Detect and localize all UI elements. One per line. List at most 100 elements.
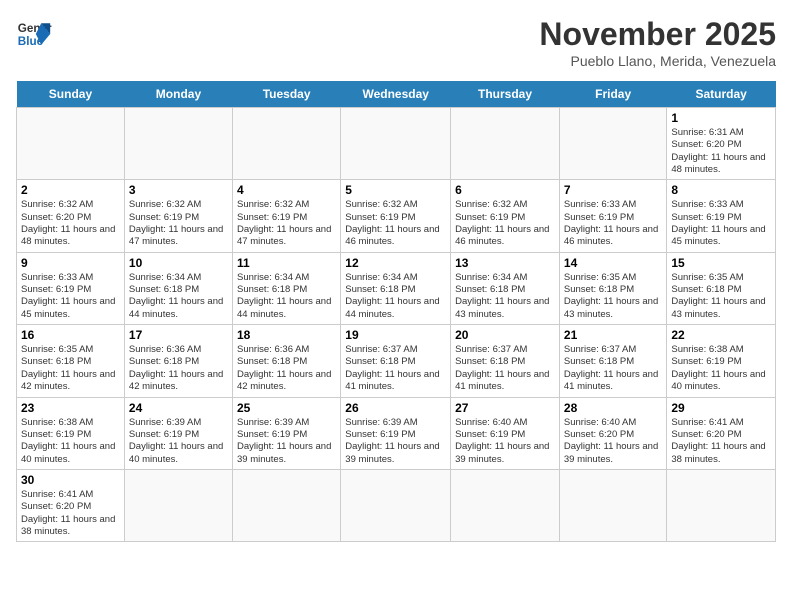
calendar-cell bbox=[559, 469, 666, 541]
cell-content: Sunrise: 6:37 AM Sunset: 6:18 PM Dayligh… bbox=[345, 344, 446, 393]
calendar-cell bbox=[124, 108, 232, 180]
calendar-cell: 5 Sunrise: 6:32 AM Sunset: 6:19 PM Daylig… bbox=[341, 180, 451, 252]
weekday-header-row: SundayMondayTuesdayWednesdayThursdayFrid… bbox=[17, 81, 776, 108]
page-header: General Blue November 2025 Pueblo Llano,… bbox=[16, 16, 776, 69]
date-number: 3 bbox=[129, 183, 228, 197]
date-number: 11 bbox=[237, 256, 336, 270]
cell-content: Sunrise: 6:34 AM Sunset: 6:18 PM Dayligh… bbox=[129, 272, 228, 321]
date-number: 5 bbox=[345, 183, 446, 197]
date-number: 14 bbox=[564, 256, 662, 270]
date-number: 6 bbox=[455, 183, 555, 197]
cell-content: Sunrise: 6:33 AM Sunset: 6:19 PM Dayligh… bbox=[21, 272, 120, 321]
calendar-cell: 9 Sunrise: 6:33 AM Sunset: 6:19 PM Daylig… bbox=[17, 252, 125, 324]
cell-content: Sunrise: 6:33 AM Sunset: 6:19 PM Dayligh… bbox=[564, 199, 662, 248]
weekday-header-tuesday: Tuesday bbox=[233, 81, 341, 108]
cell-content: Sunrise: 6:37 AM Sunset: 6:18 PM Dayligh… bbox=[455, 344, 555, 393]
date-number: 1 bbox=[671, 111, 771, 125]
date-number: 7 bbox=[564, 183, 662, 197]
calendar-cell bbox=[667, 469, 776, 541]
cell-content: Sunrise: 6:36 AM Sunset: 6:18 PM Dayligh… bbox=[237, 344, 336, 393]
calendar-cell: 2 Sunrise: 6:32 AM Sunset: 6:20 PM Daylig… bbox=[17, 180, 125, 252]
calendar-cell: 14 Sunrise: 6:35 AM Sunset: 6:18 PM Dayli… bbox=[559, 252, 666, 324]
cell-content: Sunrise: 6:32 AM Sunset: 6:19 PM Dayligh… bbox=[455, 199, 555, 248]
calendar-cell: 8Sunrise: 6:33 AM Sunset: 6:19 PM Daylig… bbox=[667, 180, 776, 252]
calendar-cell: 20 Sunrise: 6:37 AM Sunset: 6:18 PM Dayli… bbox=[451, 325, 560, 397]
calendar-cell: 11 Sunrise: 6:34 AM Sunset: 6:18 PM Dayli… bbox=[233, 252, 341, 324]
date-number: 25 bbox=[237, 401, 336, 415]
date-number: 4 bbox=[237, 183, 336, 197]
date-number: 27 bbox=[455, 401, 555, 415]
calendar-week-2: 2 Sunrise: 6:32 AM Sunset: 6:20 PM Daylig… bbox=[17, 180, 776, 252]
cell-content: Sunrise: 6:38 AM Sunset: 6:19 PM Dayligh… bbox=[21, 417, 120, 466]
date-number: 2 bbox=[21, 183, 120, 197]
calendar-week-5: 23Sunrise: 6:38 AM Sunset: 6:19 PM Dayli… bbox=[17, 397, 776, 469]
calendar-cell: 3 Sunrise: 6:32 AM Sunset: 6:19 PM Daylig… bbox=[124, 180, 232, 252]
cell-content: Sunrise: 6:34 AM Sunset: 6:18 PM Dayligh… bbox=[345, 272, 446, 321]
calendar-cell: 17Sunrise: 6:36 AM Sunset: 6:18 PM Dayli… bbox=[124, 325, 232, 397]
cell-content: Sunrise: 6:32 AM Sunset: 6:19 PM Dayligh… bbox=[237, 199, 336, 248]
cell-content: Sunrise: 6:39 AM Sunset: 6:19 PM Dayligh… bbox=[129, 417, 228, 466]
date-number: 22 bbox=[671, 328, 771, 342]
calendar-cell bbox=[341, 108, 451, 180]
month-title: November 2025 bbox=[539, 16, 776, 53]
calendar-cell: 28Sunrise: 6:40 AM Sunset: 6:20 PM Dayli… bbox=[559, 397, 666, 469]
cell-content: Sunrise: 6:35 AM Sunset: 6:18 PM Dayligh… bbox=[671, 272, 771, 321]
calendar-cell: 22 Sunrise: 6:38 AM Sunset: 6:19 PM Dayli… bbox=[667, 325, 776, 397]
cell-content: Sunrise: 6:32 AM Sunset: 6:19 PM Dayligh… bbox=[129, 199, 228, 248]
cell-content: Sunrise: 6:34 AM Sunset: 6:18 PM Dayligh… bbox=[455, 272, 555, 321]
calendar-cell bbox=[341, 469, 451, 541]
date-number: 20 bbox=[455, 328, 555, 342]
cell-content: Sunrise: 6:40 AM Sunset: 6:19 PM Dayligh… bbox=[455, 417, 555, 466]
calendar-cell: 24 Sunrise: 6:39 AM Sunset: 6:19 PM Dayli… bbox=[124, 397, 232, 469]
weekday-header-saturday: Saturday bbox=[667, 81, 776, 108]
weekday-header-wednesday: Wednesday bbox=[341, 81, 451, 108]
weekday-header-sunday: Sunday bbox=[17, 81, 125, 108]
date-number: 24 bbox=[129, 401, 228, 415]
calendar-cell: 23Sunrise: 6:38 AM Sunset: 6:19 PM Dayli… bbox=[17, 397, 125, 469]
calendar-cell: 18 Sunrise: 6:36 AM Sunset: 6:18 PM Dayli… bbox=[233, 325, 341, 397]
cell-content: Sunrise: 6:32 AM Sunset: 6:20 PM Dayligh… bbox=[21, 199, 120, 248]
date-number: 12 bbox=[345, 256, 446, 270]
calendar-cell bbox=[17, 108, 125, 180]
cell-content: Sunrise: 6:35 AM Sunset: 6:18 PM Dayligh… bbox=[564, 272, 662, 321]
date-number: 10 bbox=[129, 256, 228, 270]
calendar-week-3: 9 Sunrise: 6:33 AM Sunset: 6:19 PM Daylig… bbox=[17, 252, 776, 324]
date-number: 26 bbox=[345, 401, 446, 415]
date-number: 29 bbox=[671, 401, 771, 415]
weekday-header-monday: Monday bbox=[124, 81, 232, 108]
calendar-cell: 27 Sunrise: 6:40 AM Sunset: 6:19 PM Dayli… bbox=[451, 397, 560, 469]
calendar-week-1: 1Sunrise: 6:31 AM Sunset: 6:20 PM Daylig… bbox=[17, 108, 776, 180]
calendar-cell bbox=[233, 469, 341, 541]
date-number: 13 bbox=[455, 256, 555, 270]
cell-content: Sunrise: 6:38 AM Sunset: 6:19 PM Dayligh… bbox=[671, 344, 771, 393]
calendar-cell: 13 Sunrise: 6:34 AM Sunset: 6:18 PM Dayli… bbox=[451, 252, 560, 324]
calendar-cell bbox=[559, 108, 666, 180]
cell-content: Sunrise: 6:41 AM Sunset: 6:20 PM Dayligh… bbox=[671, 417, 771, 466]
date-number: 15 bbox=[671, 256, 771, 270]
cell-content: Sunrise: 6:35 AM Sunset: 6:18 PM Dayligh… bbox=[21, 344, 120, 393]
date-number: 21 bbox=[564, 328, 662, 342]
cell-content: Sunrise: 6:39 AM Sunset: 6:19 PM Dayligh… bbox=[345, 417, 446, 466]
logo-icon: General Blue bbox=[16, 16, 52, 52]
date-number: 8 bbox=[671, 183, 771, 197]
weekday-header-thursday: Thursday bbox=[451, 81, 560, 108]
date-number: 9 bbox=[21, 256, 120, 270]
calendar-cell: 4 Sunrise: 6:32 AM Sunset: 6:19 PM Daylig… bbox=[233, 180, 341, 252]
calendar-cell: 6 Sunrise: 6:32 AM Sunset: 6:19 PM Daylig… bbox=[451, 180, 560, 252]
calendar-cell: 7 Sunrise: 6:33 AM Sunset: 6:19 PM Daylig… bbox=[559, 180, 666, 252]
calendar-cell: 15 Sunrise: 6:35 AM Sunset: 6:18 PM Dayli… bbox=[667, 252, 776, 324]
cell-content: Sunrise: 6:34 AM Sunset: 6:18 PM Dayligh… bbox=[237, 272, 336, 321]
cell-content: Sunrise: 6:39 AM Sunset: 6:19 PM Dayligh… bbox=[237, 417, 336, 466]
cell-content: Sunrise: 6:32 AM Sunset: 6:19 PM Dayligh… bbox=[345, 199, 446, 248]
date-number: 28 bbox=[564, 401, 662, 415]
calendar-cell: 26 Sunrise: 6:39 AM Sunset: 6:19 PM Dayli… bbox=[341, 397, 451, 469]
calendar-week-4: 16Sunrise: 6:35 AM Sunset: 6:18 PM Dayli… bbox=[17, 325, 776, 397]
date-number: 19 bbox=[345, 328, 446, 342]
weekday-header-friday: Friday bbox=[559, 81, 666, 108]
date-number: 17 bbox=[129, 328, 228, 342]
calendar-cell: 16Sunrise: 6:35 AM Sunset: 6:18 PM Dayli… bbox=[17, 325, 125, 397]
calendar-cell: 30Sunrise: 6:41 AM Sunset: 6:20 PM Dayli… bbox=[17, 469, 125, 541]
calendar-cell: 29 Sunrise: 6:41 AM Sunset: 6:20 PM Dayli… bbox=[667, 397, 776, 469]
date-number: 18 bbox=[237, 328, 336, 342]
cell-content: Sunrise: 6:37 AM Sunset: 6:18 PM Dayligh… bbox=[564, 344, 662, 393]
